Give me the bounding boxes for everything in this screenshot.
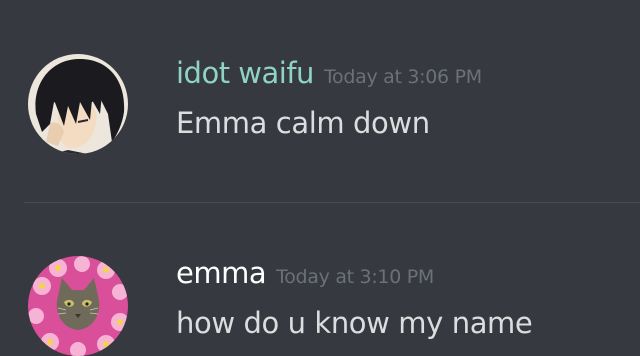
message-header: idot waifu Today at 3:06 PM xyxy=(176,56,482,90)
message-header: emma Today at 3:10 PM xyxy=(176,256,434,290)
timestamp: Today at 3:10 PM xyxy=(276,266,435,288)
username[interactable]: emma xyxy=(176,256,267,290)
username[interactable]: idot waifu xyxy=(176,56,314,90)
avatar[interactable] xyxy=(28,256,128,356)
message-content: Emma calm down xyxy=(176,106,430,140)
cat-flowers-avatar-icon xyxy=(28,256,128,356)
chat-message-list: idot waifu Today at 3:06 PM Emma calm dow… xyxy=(0,0,640,356)
message-content: how do u know my name xyxy=(176,306,533,340)
message-divider xyxy=(24,202,640,203)
timestamp: Today at 3:06 PM xyxy=(323,66,482,88)
anime-boy-avatar-icon xyxy=(28,54,128,154)
avatar[interactable] xyxy=(28,54,128,154)
